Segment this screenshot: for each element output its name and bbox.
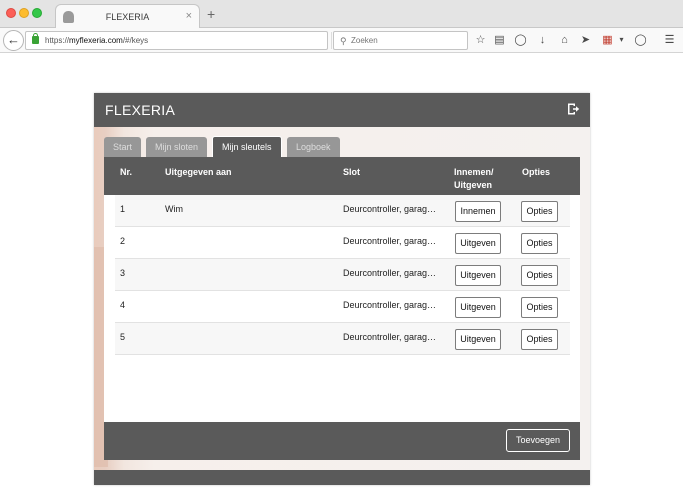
- row-slot: Deurcontroller, garag…: [343, 268, 437, 278]
- menu-icon[interactable]: ☰: [662, 32, 677, 48]
- keys-panel: Nr. Uitgegeven aan Slot Innemen/Uitgeven…: [104, 157, 580, 460]
- app-header: FLEXERIA: [94, 93, 590, 127]
- url-prefix: https://: [45, 36, 70, 45]
- extension-dropdown-icon[interactable]: ▾: [614, 32, 629, 48]
- app-window: FLEXERIA Start Mijn sloten Mijn sleutels…: [94, 93, 590, 485]
- tab-title: FLEXERIA: [105, 12, 150, 22]
- url-text: https://myflexeria.com/#/keys: [45, 36, 148, 45]
- search-bar[interactable]: ⚲: [333, 31, 468, 50]
- search-icon: ⚲: [340, 36, 347, 46]
- tab-mijn-sloten[interactable]: Mijn sloten: [146, 137, 208, 157]
- tab-start[interactable]: Start: [104, 137, 142, 157]
- row-nr: 4: [120, 300, 126, 310]
- uitgeven-button[interactable]: Uitgeven: [455, 297, 501, 318]
- toevoegen-button[interactable]: Toevoegen: [505, 429, 570, 452]
- row-slot: Deurcontroller, garag…: [343, 204, 437, 214]
- uitgeven-button[interactable]: Uitgeven: [455, 329, 501, 350]
- tab-logboek[interactable]: Logboek: [287, 137, 340, 157]
- row-nr: 3: [120, 268, 126, 278]
- row-issued-to: Wim: [165, 204, 183, 214]
- home-icon[interactable]: ⌂: [557, 32, 572, 48]
- pocket-icon[interactable]: ◯: [513, 32, 528, 48]
- url-path: /#/keys: [122, 36, 149, 45]
- header-options: Opties: [522, 167, 551, 177]
- logout-icon[interactable]: [566, 102, 580, 116]
- url-domain: myflexeria.com: [69, 36, 123, 45]
- browser-toolbar: ← https://myflexeria.com/#/keys ↻ ⚲ ☆ ▤ …: [0, 28, 683, 53]
- send-icon[interactable]: ➤: [578, 32, 593, 48]
- opties-button[interactable]: Opties: [521, 297, 558, 318]
- row-slot: Deurcontroller, garag…: [343, 332, 437, 342]
- lock-icon: [32, 33, 39, 44]
- panel-footer: Toevoegen: [104, 422, 580, 460]
- app-footer-bar: [94, 470, 590, 485]
- table-row: 5 Deurcontroller, garag… Uitgeven Opties: [115, 323, 570, 355]
- minimize-window-button[interactable]: [19, 8, 29, 18]
- table-row: 1 Wim Deurcontroller, garag… Innemen Opt…: [115, 195, 570, 227]
- pdf-extension-icon[interactable]: ▦: [600, 32, 615, 48]
- row-nr: 5: [120, 332, 126, 342]
- uitgeven-button[interactable]: Uitgeven: [455, 233, 501, 254]
- opties-button[interactable]: Opties: [521, 329, 558, 350]
- zoom-window-button[interactable]: [32, 8, 42, 18]
- opties-button[interactable]: Opties: [521, 233, 558, 254]
- search-input[interactable]: [351, 34, 461, 47]
- back-button[interactable]: ←: [3, 30, 24, 51]
- header-slot: Slot: [343, 167, 360, 177]
- row-slot: Deurcontroller, garag…: [343, 236, 437, 246]
- row-nr: 1: [120, 204, 126, 214]
- new-tab-button[interactable]: +: [207, 7, 215, 21]
- tab-close-icon[interactable]: ×: [186, 10, 192, 22]
- table-body: 1 Wim Deurcontroller, garag… Innemen Opt…: [115, 195, 570, 355]
- downloads-icon[interactable]: ↓: [535, 32, 550, 48]
- bookmark-star-icon[interactable]: ☆: [473, 32, 488, 48]
- opties-button[interactable]: Opties: [521, 265, 558, 286]
- header-action-line1: Innemen/: [454, 167, 494, 177]
- reading-list-icon[interactable]: ▤: [492, 32, 507, 48]
- browser-tab-bar: FLEXERIA × +: [0, 0, 683, 29]
- header-action: Innemen/Uitgeven: [454, 166, 494, 192]
- chat-icon[interactable]: ◯: [633, 32, 648, 48]
- uitgeven-button[interactable]: Uitgeven: [455, 265, 501, 286]
- app-title: FLEXERIA: [105, 102, 176, 118]
- table-row: 3 Deurcontroller, garag… Uitgeven Opties: [115, 259, 570, 291]
- browser-tab[interactable]: FLEXERIA ×: [55, 4, 200, 29]
- opties-button[interactable]: Opties: [521, 201, 558, 222]
- row-nr: 2: [120, 236, 126, 246]
- address-bar[interactable]: https://myflexeria.com/#/keys ↻: [25, 31, 347, 50]
- innemen-button[interactable]: Innemen: [455, 201, 501, 222]
- table-row: 4 Deurcontroller, garag… Uitgeven Opties: [115, 291, 570, 323]
- table-header: Nr. Uitgegeven aan Slot Innemen/Uitgeven…: [104, 157, 580, 195]
- header-action-line2: Uitgeven: [454, 180, 493, 190]
- table-row: 2 Deurcontroller, garag… Uitgeven Opties: [115, 227, 570, 259]
- row-slot: Deurcontroller, garag…: [343, 300, 437, 310]
- tab-mijn-sleutels[interactable]: Mijn sleutels: [212, 136, 282, 157]
- close-window-button[interactable]: [6, 8, 16, 18]
- header-issued-to: Uitgegeven aan: [165, 167, 232, 177]
- header-nr: Nr.: [120, 167, 133, 177]
